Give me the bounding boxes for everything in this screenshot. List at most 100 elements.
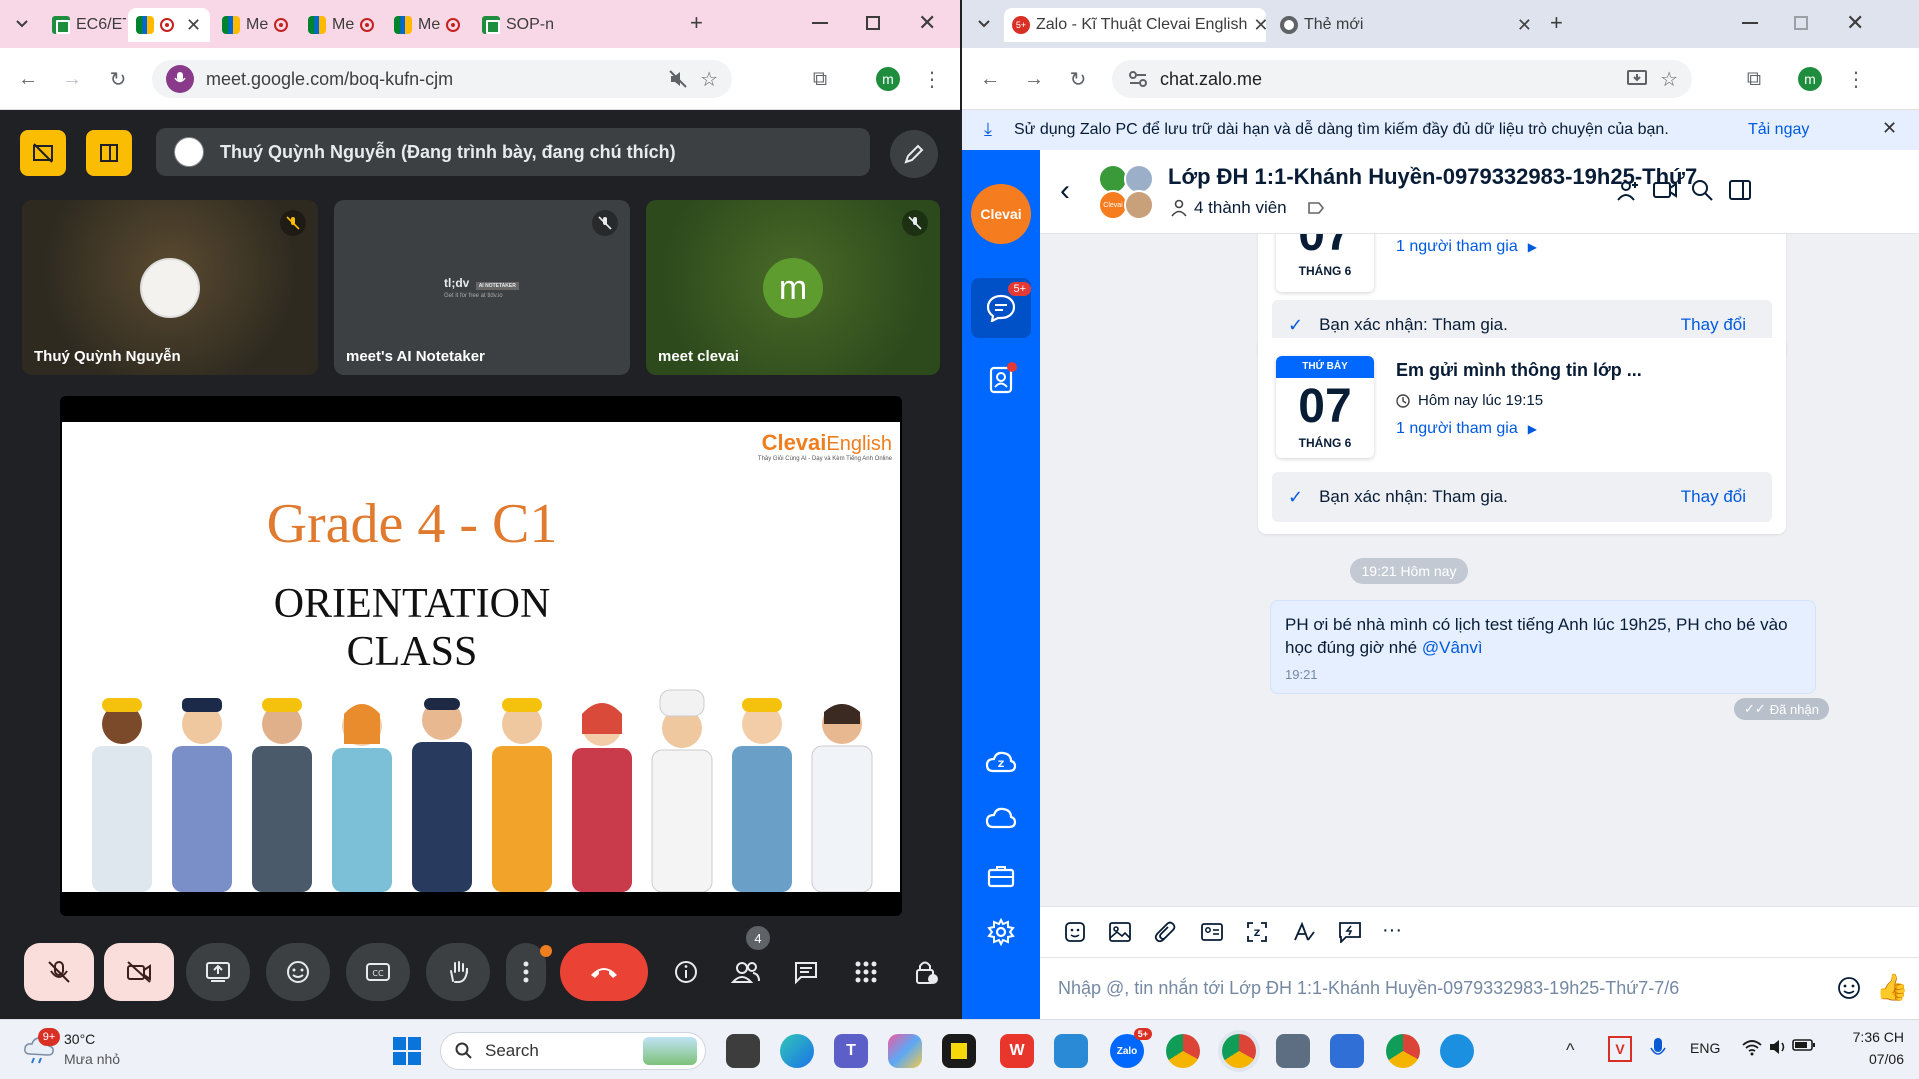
volume-icon[interactable] [1768,1038,1788,1056]
forward-icon[interactable]: → [60,67,84,91]
contact-card-icon[interactable] [1200,921,1224,943]
profile-avatar[interactable]: m [876,67,900,91]
people-icon[interactable]: 4 [722,926,770,996]
zcloud-icon[interactable]: Z [981,742,1021,782]
message-mention[interactable]: @Vânvì [1422,638,1483,657]
close-tab-icon[interactable]: ✕ [186,15,201,36]
hide-tiles-icon[interactable] [20,130,66,176]
settings-gear-icon[interactable] [981,912,1021,952]
activities-grid-icon[interactable] [842,948,890,996]
maximize-icon[interactable] [1794,16,1808,30]
cloud-icon[interactable] [981,798,1021,838]
minimize-icon[interactable] [1742,22,1758,24]
chrome-icon[interactable] [1166,1034,1200,1068]
zalo-app-icon[interactable]: Zalo 5+ [1110,1028,1152,1068]
close-window-icon[interactable]: ✕ [1846,10,1864,36]
sticky-notes-icon[interactable] [942,1034,976,1068]
battery-icon[interactable] [1792,1038,1816,1052]
maximize-icon[interactable] [866,16,880,30]
close-window-icon[interactable]: ✕ [918,10,936,36]
tab-sop[interactable]: SOP-n [474,8,558,42]
close-tab-icon[interactable]: ✕ [1253,15,1266,36]
menu-kebab-icon[interactable]: ⋮ [920,67,944,91]
group-avatar[interactable]: Clevai [1098,164,1156,220]
add-member-icon[interactable] [1616,178,1640,202]
mic-active-icon[interactable] [166,65,194,93]
change-response-link[interactable]: Thay đổi [1681,315,1746,335]
toolbox-icon[interactable] [981,856,1021,896]
layout-sidebar-icon[interactable] [86,130,132,176]
profile-avatar[interactable]: m [1798,67,1822,91]
tab-zalo[interactable]: 5+ Zalo - Kĩ Thuật Clevai English ✕ [1004,8,1266,42]
end-call-button[interactable] [560,943,648,1001]
chrome-profile-icon[interactable] [1386,1034,1420,1068]
teams-icon[interactable]: T [834,1034,868,1068]
participant-tile-clevai[interactable]: m meet clevai [646,200,940,375]
tab-search-chevron-icon[interactable] [8,10,36,38]
member-count[interactable]: 4 thành viên [1170,198,1325,218]
tab-new[interactable]: Thẻ mới ✕ [1272,8,1540,42]
install-app-icon[interactable] [1626,69,1648,89]
screenshot-icon[interactable]: Z [1246,921,1268,943]
task-view-icon[interactable] [726,1034,760,1068]
quick-message-icon[interactable] [1338,921,1362,943]
camera-app-icon[interactable] [1276,1034,1310,1068]
close-tab-icon[interactable]: ✕ [1517,15,1532,36]
edge-icon[interactable] [780,1034,814,1068]
sticker-icon[interactable] [1064,921,1086,943]
image-icon[interactable] [1108,921,1132,943]
tab-ec6[interactable]: EC6/ET [44,8,126,42]
wps-icon[interactable]: W [1000,1034,1034,1068]
banner-close-icon[interactable]: ✕ [1882,118,1897,139]
conversation-info-icon[interactable] [1728,178,1752,202]
bookmark-star-icon[interactable]: ☆ [700,67,718,92]
back-icon[interactable]: ← [16,67,40,91]
chat-icon[interactable] [782,948,830,996]
forward-icon[interactable]: → [1022,67,1046,91]
sound-muted-icon[interactable] [668,69,688,89]
address-bar[interactable]: meet.google.com/boq-kufn-cjm ☆ [152,60,732,98]
annotate-pencil-icon[interactable] [890,130,938,178]
back-chevron-icon[interactable]: ‹ [1060,174,1070,208]
attachment-icon[interactable] [1154,921,1178,945]
reload-icon[interactable]: ↻ [1066,67,1090,91]
new-tab-icon[interactable]: + [1550,10,1563,36]
participant-tile-notetaker[interactable]: tl;dv AI NOTETAKER Get it for free at tl… [334,200,630,375]
photos-app-icon[interactable] [1330,1034,1364,1068]
extensions-icon[interactable]: ⧉ [1742,67,1766,91]
site-settings-icon[interactable] [1128,70,1148,88]
message-input[interactable]: Nhập @, tin nhắn tới Lớp ĐH 1:1-Khánh Hu… [1040,958,1919,1019]
clock-date[interactable]: 07/06 [1842,1051,1904,1067]
banner-download-link[interactable]: Tải ngay [1748,121,1809,139]
chrome-active-icon[interactable] [1222,1034,1256,1068]
video-call-icon[interactable] [1652,180,1678,200]
copilot-icon[interactable] [888,1034,922,1068]
wifi-icon[interactable] [1742,1038,1762,1056]
tab-meet-active[interactable]: ✕ [128,8,210,42]
presenter-bar[interactable]: Thuý Quỳnh Nguyễn (Đang trình bày, đang … [156,128,870,176]
new-tab-icon[interactable]: + [690,10,703,36]
messages-icon[interactable]: 5+ [971,278,1031,338]
show-hidden-icons[interactable]: ^ [1566,1040,1574,1061]
back-icon[interactable]: ← [978,67,1002,91]
reload-icon[interactable]: ↻ [106,67,130,91]
captions-button[interactable]: CC [346,943,410,1001]
camera-toggle-button[interactable] [104,943,174,1001]
contacts-icon[interactable] [981,360,1021,400]
phone-link-icon[interactable] [1440,1034,1474,1068]
message-bubble[interactable]: PH ơi bé nhà mình có lịch test tiếng Anh… [1270,600,1816,694]
meeting-info-icon[interactable] [662,948,710,996]
clevai-account-avatar[interactable]: Clevai [971,184,1031,244]
paint-icon[interactable] [1054,1034,1088,1068]
present-screen-button[interactable] [186,943,250,1001]
vmware-icon[interactable]: V [1608,1036,1632,1062]
mic-toggle-button[interactable] [24,943,94,1001]
participant-tile-quynh[interactable]: Thuý Quỳnh Nguyễn [22,200,318,375]
start-windows-icon[interactable] [390,1034,424,1068]
more-tools-icon[interactable]: ··· [1382,919,1402,942]
tab-meet-3[interactable]: Me [300,8,382,42]
search-icon[interactable] [1690,178,1714,202]
tab-search-chevron-icon[interactable] [970,10,998,38]
bookmark-star-icon[interactable]: ☆ [1660,67,1678,92]
tab-meet-4[interactable]: Me [386,8,468,42]
